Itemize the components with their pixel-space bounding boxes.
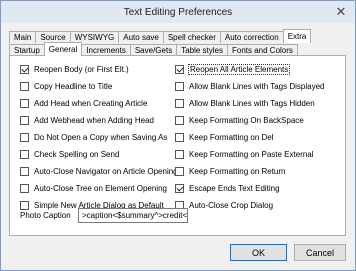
checkbox[interactable] [20, 149, 29, 159]
option-keep-formatting-on-del[interactable]: Keep Formatting on Del [175, 130, 324, 144]
tab-extra[interactable]: Extra [282, 29, 312, 43]
option-label: Add Head when Creating Article [34, 98, 148, 108]
option-label: Check Spelling on Send [34, 149, 120, 159]
close-icon[interactable]: ✕ [334, 4, 348, 19]
photo-caption-row: Photo Caption >caption<$summary^>credit<… [20, 208, 188, 223]
checkbox[interactable] [20, 81, 29, 91]
option-label: Keep Formatting on Return [189, 166, 286, 176]
option-label: Allow Blank Lines with Tags Hidden [189, 98, 315, 108]
left-options-column: Reopen Body (or First Elt.) Copy Headline… [20, 62, 178, 215]
option-keep-formatting-on-return[interactable]: Keep Formatting on Return [175, 164, 324, 178]
checkbox[interactable] [20, 183, 29, 193]
right-options-column: Reopen All Article Elements Allow Blank L… [175, 62, 324, 215]
checkbox[interactable] [20, 64, 29, 74]
checkbox[interactable] [175, 132, 184, 142]
option-label: Reopen Body (or First Elt.) [34, 64, 129, 74]
checkbox[interactable] [175, 166, 184, 176]
checkbox[interactable] [175, 64, 184, 74]
option-label: Keep Formatting On BackSpace [189, 115, 304, 125]
tab-row-secondary: Startup General Increments Save/Gets Table s… [9, 42, 298, 56]
checkbox[interactable] [20, 98, 29, 108]
option-escape-ends-text-editing[interactable]: Escape Ends Text Editing [175, 181, 324, 195]
checkbox[interactable] [175, 98, 184, 108]
tab-general[interactable]: General [43, 42, 83, 56]
option-allow-blank-lines-with-tags-hidden[interactable]: Allow Blank Lines with Tags Hidden [175, 96, 324, 110]
option-label: Do Not Open a Copy when Saving As [34, 132, 168, 142]
option-label: Keep Formatting on Paste External [189, 149, 314, 159]
photo-caption-label: Photo Caption [20, 211, 71, 220]
option-keep-formatting-on-paste-external[interactable]: Keep Formatting on Paste External [175, 147, 324, 161]
option-do-not-open-a-copy-when-saving-as[interactable]: Do Not Open a Copy when Saving As [20, 130, 178, 144]
option-label: Keep Formatting on Del [189, 132, 274, 142]
checkbox[interactable] [175, 81, 184, 91]
option-label: Escape Ends Text Editing [189, 183, 280, 193]
option-keep-formatting-on-backspace[interactable]: Keep Formatting On BackSpace [175, 113, 324, 127]
title-bar: Text Editing Preferences ✕ [1, 1, 355, 23]
option-check-spelling-on-send[interactable]: Check Spelling on Send [20, 147, 178, 161]
option-label: Reopen All Article Elements [187, 63, 291, 75]
option-auto-close-tree-on-element-opening[interactable]: Auto-Close Tree on Element Opening [20, 181, 178, 195]
preferences-dialog: Text Editing Preferences ✕ Main Source WYS… [0, 0, 356, 271]
checkbox[interactable] [20, 115, 29, 125]
option-label: Auto-Close Crop Dialog [189, 200, 274, 210]
general-panel: Reopen Body (or First Elt.) Copy Headline… [9, 55, 346, 236]
ok-button[interactable]: OK [230, 244, 287, 261]
option-label: Auto-Close Navigator on Article Opening [34, 166, 178, 176]
option-label: Allow Blank Lines with Tags Displayed [189, 81, 325, 91]
photo-caption-input[interactable]: >caption<$summary^>credit<$autho [78, 208, 188, 223]
checkbox[interactable] [175, 115, 184, 125]
option-reopen-body-or-first-elt[interactable]: Reopen Body (or First Elt.) [20, 62, 178, 76]
option-label: Auto-Close Tree on Element Opening [34, 183, 167, 193]
checkbox[interactable] [20, 166, 29, 176]
option-auto-close-navigator-on-article-opening[interactable]: Auto-Close Navigator on Article Opening [20, 164, 178, 178]
option-label: Add Webhead when Adding Head [34, 115, 154, 125]
option-reopen-all-article-elements[interactable]: Reopen All Article Elements [175, 62, 324, 76]
option-label: Copy Headline to Title [34, 81, 113, 91]
tab-row-primary: Main Source WYSIWYG Auto save Spell checker A… [9, 29, 312, 43]
checkbox[interactable] [175, 149, 184, 159]
dialog-title: Text Editing Preferences [123, 6, 233, 18]
checkbox[interactable] [175, 183, 184, 193]
option-add-webhead-when-adding-head[interactable]: Add Webhead when Adding Head [20, 113, 178, 127]
option-copy-headline-to-title[interactable]: Copy Headline to Title [20, 79, 178, 93]
checkbox[interactable] [20, 132, 29, 142]
option-auto-close-crop-dialog[interactable]: Auto-Close Crop Dialog [175, 198, 324, 212]
option-allow-blank-lines-with-tags-displayed[interactable]: Allow Blank Lines with Tags Displayed [175, 79, 324, 93]
option-add-head-when-creating-article[interactable]: Add Head when Creating Article [20, 96, 178, 110]
cancel-button[interactable]: Cancel [294, 244, 346, 261]
